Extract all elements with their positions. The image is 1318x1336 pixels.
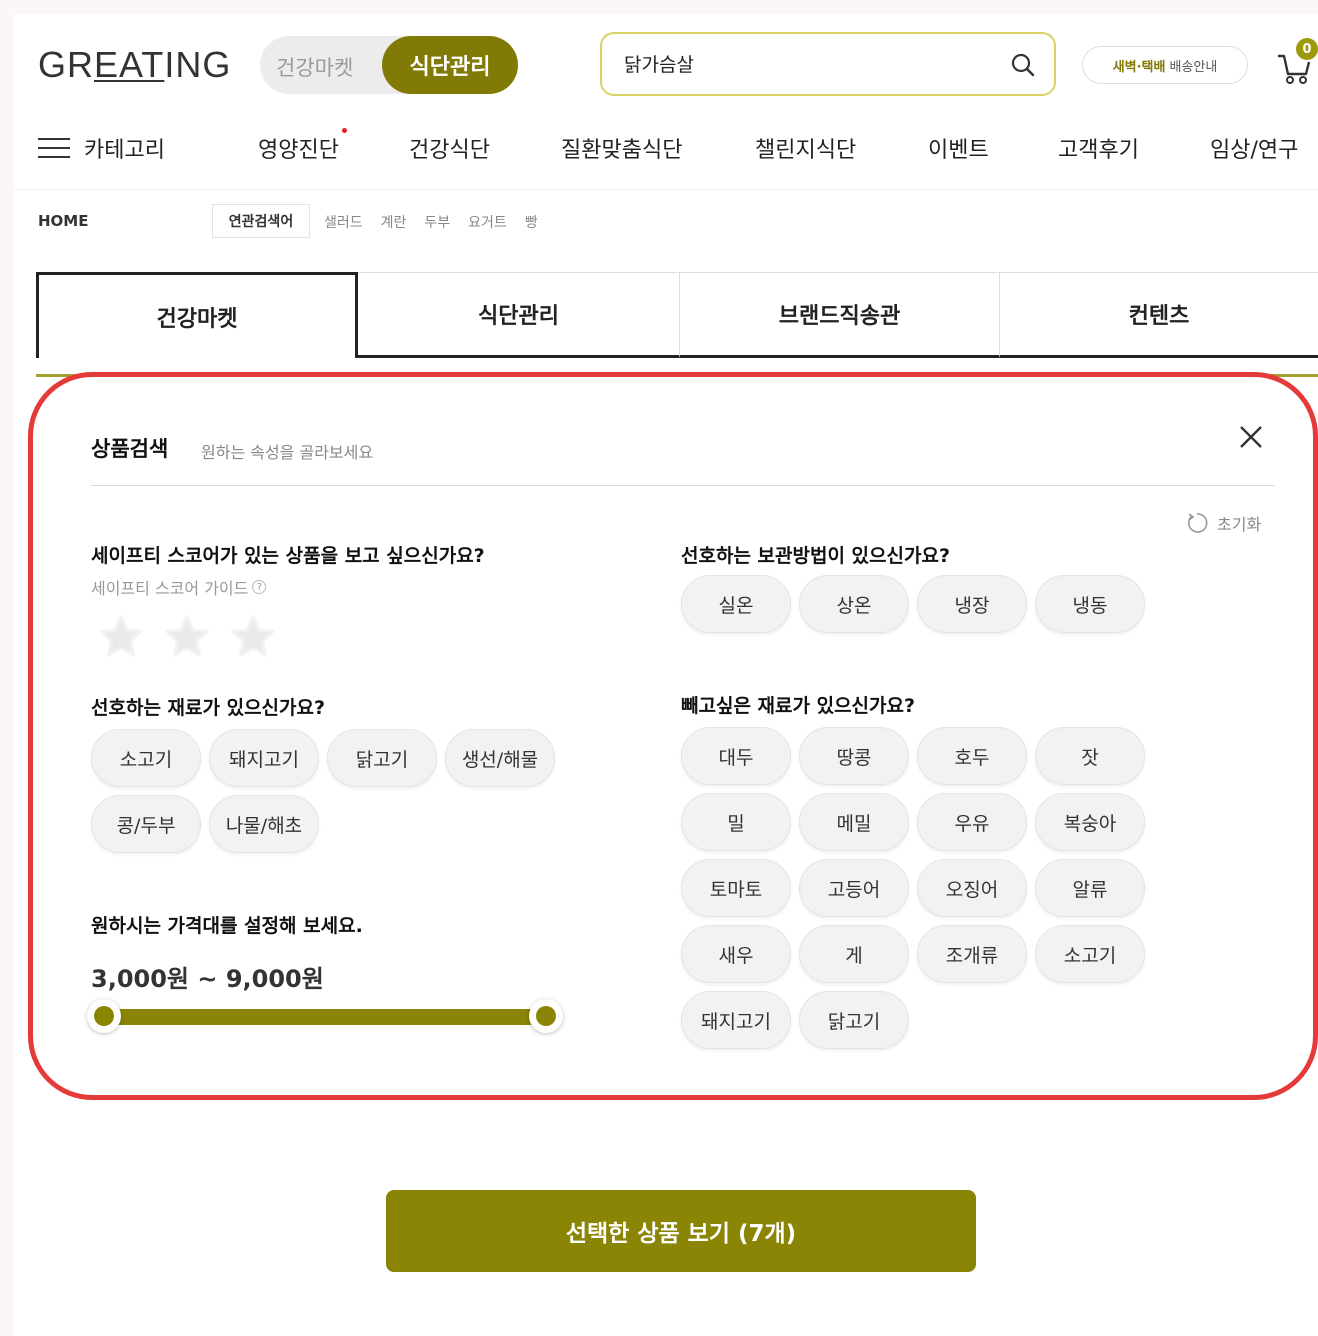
view-selected-products-button[interactable]: 선택한 상품 보기 (7개) bbox=[386, 1190, 976, 1272]
chip-exclude[interactable]: 복숭아 bbox=[1035, 793, 1145, 851]
chip-exclude[interactable]: 메밀 bbox=[799, 793, 909, 851]
new-dot bbox=[341, 128, 347, 133]
chip-ingredient-pork[interactable]: 돼지고기 bbox=[209, 729, 319, 787]
price-slider-min-handle[interactable] bbox=[87, 999, 121, 1033]
chip-exclude[interactable]: 오징어 bbox=[917, 859, 1027, 917]
safety-score-question: 세이프티 스코어가 있는 상품을 보고 싶으신가요? bbox=[91, 545, 485, 567]
chip-exclude[interactable]: 새우 bbox=[681, 925, 791, 983]
price-range-value: 3,000원 ~ 9,000원 bbox=[91, 965, 324, 993]
price-question: 원하시는 가격대를 설정해 보세요. bbox=[91, 915, 363, 937]
nav-item-disease-diet[interactable]: 질환맞춤식단 bbox=[561, 132, 682, 164]
chip-exclude[interactable]: 알류 bbox=[1035, 859, 1145, 917]
hamburger-icon[interactable] bbox=[38, 138, 70, 160]
search-input[interactable] bbox=[624, 52, 984, 74]
chip-ingredient-tofu[interactable]: 콩/두부 bbox=[91, 795, 201, 853]
exclude-ingredients-question: 빼고싶은 재료가 있으신가요? bbox=[681, 695, 916, 717]
breadcrumb-home[interactable]: HOME bbox=[38, 212, 88, 230]
mode-diet-option[interactable]: 식단관리 bbox=[382, 36, 518, 94]
chip-exclude[interactable]: 소고기 bbox=[1035, 925, 1145, 983]
reset-button[interactable]: 초기화 bbox=[1185, 511, 1261, 535]
chip-exclude[interactable]: 고등어 bbox=[799, 859, 909, 917]
chip-storage-ambient[interactable]: 상온 bbox=[799, 575, 909, 633]
safety-score-stars bbox=[97, 613, 277, 661]
logo[interactable]: GREATING bbox=[38, 44, 231, 86]
chip-exclude[interactable]: 우유 bbox=[917, 793, 1027, 851]
mode-toggle[interactable]: 건강마켓 식단관리 bbox=[260, 36, 518, 94]
nav-item-challenge-diet[interactable]: 챌린지식단 bbox=[755, 132, 856, 164]
mode-market-option[interactable]: 건강마켓 bbox=[276, 52, 353, 82]
tab-health-market[interactable]: 건강마켓 bbox=[36, 272, 358, 358]
price-slider-max-handle[interactable] bbox=[529, 999, 563, 1033]
chip-ingredient-seafood[interactable]: 생선/해물 bbox=[445, 729, 555, 787]
nav-item-research[interactable]: 임상/연구 bbox=[1210, 132, 1298, 164]
chip-ingredient-chicken[interactable]: 닭고기 bbox=[327, 729, 437, 787]
tab-contents[interactable]: 컨텐츠 bbox=[1000, 272, 1318, 358]
related-tag[interactable]: 계란 bbox=[381, 212, 407, 232]
main-nav: 카테고리 영양진단 건강식단 질환맞춤식단 챌린지식단 이벤트 고객후기 임상/… bbox=[14, 124, 1318, 190]
panel-subtitle: 원하는 속성을 골라보세요 bbox=[201, 443, 374, 462]
refresh-icon bbox=[1187, 513, 1208, 533]
panel-divider bbox=[91, 485, 1275, 486]
related-tag[interactable]: 두부 bbox=[424, 212, 450, 232]
chip-exclude[interactable]: 호두 bbox=[917, 727, 1027, 785]
chip-exclude[interactable]: 게 bbox=[799, 925, 909, 983]
related-tag[interactable]: 샐러드 bbox=[324, 212, 363, 232]
nav-item-review[interactable]: 고객후기 bbox=[1058, 132, 1139, 164]
price-slider-track[interactable] bbox=[99, 1009, 545, 1025]
storage-question: 선호하는 보관방법이 있으신가요? bbox=[681, 545, 950, 567]
star-icon[interactable] bbox=[97, 613, 145, 661]
product-search-panel: 상품검색 원하는 속성을 골라보세요 초기화 세이프티 스코어가 있는 상품을 … bbox=[28, 372, 1318, 1100]
main-tabs: 건강마켓 식단관리 브랜드직송관 컨텐츠 bbox=[36, 272, 1318, 358]
related-search-tags: 샐러드 계란 두부 요거트 빵 bbox=[324, 212, 538, 232]
related-tag[interactable]: 빵 bbox=[525, 212, 538, 232]
chip-exclude[interactable]: 돼지고기 bbox=[681, 991, 791, 1049]
chip-exclude[interactable]: 잣 bbox=[1035, 727, 1145, 785]
nav-category[interactable]: 카테고리 bbox=[84, 132, 165, 164]
tab-brand-direct[interactable]: 브랜드직송관 bbox=[680, 272, 1000, 358]
chip-exclude[interactable]: 토마토 bbox=[681, 859, 791, 917]
tab-diet-management[interactable]: 식단관리 bbox=[358, 272, 680, 358]
nav-item-nutrition[interactable]: 영양진단 bbox=[258, 128, 347, 164]
star-icon[interactable] bbox=[229, 613, 277, 661]
chip-storage-chilled[interactable]: 냉장 bbox=[917, 575, 1027, 633]
nav-item-event[interactable]: 이벤트 bbox=[928, 132, 989, 164]
chip-exclude[interactable]: 밀 bbox=[681, 793, 791, 851]
chip-exclude[interactable]: 대두 bbox=[681, 727, 791, 785]
safety-score-guide-link[interactable]: 세이프티 스코어 가이드 ? bbox=[91, 575, 267, 599]
help-icon: ? bbox=[252, 580, 267, 594]
chip-exclude[interactable]: 땅콩 bbox=[799, 727, 909, 785]
chip-exclude[interactable]: 닭고기 bbox=[799, 991, 909, 1049]
search-box bbox=[600, 32, 1056, 96]
nav-item-healthy-diet[interactable]: 건강식단 bbox=[409, 132, 490, 164]
page: GREATING 건강마켓 식단관리 새벽·택배배송안내 0 카테고리 영양진단… bbox=[14, 14, 1318, 1336]
chip-storage-frozen[interactable]: 냉동 bbox=[1035, 575, 1145, 633]
panel-title: 상품검색 bbox=[91, 437, 169, 461]
chip-exclude[interactable]: 조개류 bbox=[917, 925, 1027, 983]
close-icon[interactable] bbox=[1237, 423, 1265, 451]
related-search-label: 연관검색어 bbox=[212, 204, 310, 238]
chip-ingredient-beef[interactable]: 소고기 bbox=[91, 729, 201, 787]
chip-storage-room[interactable]: 실온 bbox=[681, 575, 791, 633]
preferred-ingredients-question: 선호하는 재료가 있으신가요? bbox=[91, 697, 326, 719]
search-icon[interactable] bbox=[1010, 52, 1036, 78]
delivery-info-button[interactable]: 새벽·택배 배송안내 bbox=[1082, 46, 1248, 84]
star-icon[interactable] bbox=[163, 613, 211, 661]
chip-ingredient-greens[interactable]: 나물/해초 bbox=[209, 795, 319, 853]
related-tag[interactable]: 요거트 bbox=[468, 212, 507, 232]
cart-count-badge: 0 bbox=[1296, 38, 1318, 60]
